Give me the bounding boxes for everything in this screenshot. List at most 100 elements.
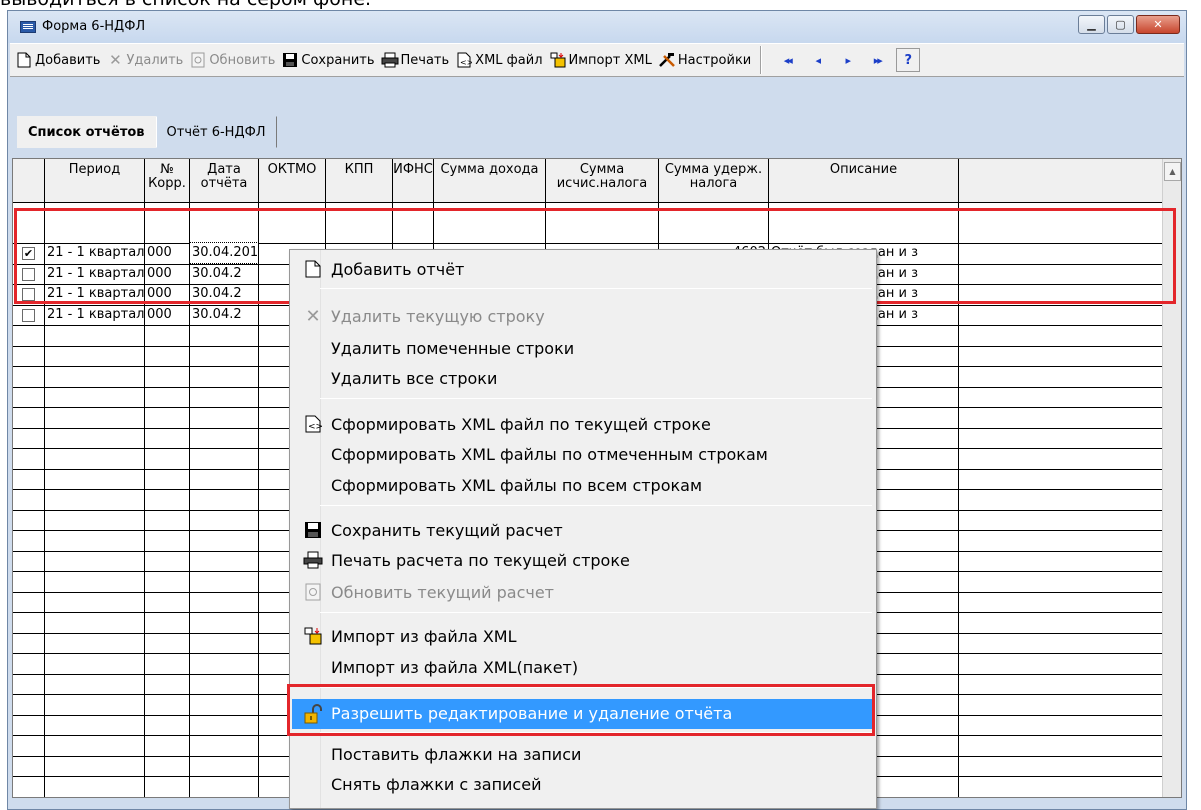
menu-item[interactable]: ✕ Удалить текущую строку: [292, 302, 874, 332]
cell-period[interactable]: 21 - 1 квартал: [45, 284, 144, 304]
menu-item-label: Печать расчета по текущей строке: [331, 551, 630, 570]
refresh-button[interactable]: Обновить: [186, 47, 278, 73]
add-button-label: Добавить: [35, 52, 101, 68]
maximize-button[interactable]: ▢: [1107, 15, 1134, 34]
column-header-description[interactable]: Описание: [769, 159, 959, 203]
vertical-scrollbar[interactable]: ▲: [1162, 159, 1181, 797]
tab-bar: Список отчётов Отчёт 6-НДФЛ: [17, 116, 277, 148]
add-button[interactable]: Добавить: [12, 47, 103, 73]
menu-item-label: Снять флажки с записей: [331, 775, 542, 794]
menu-item[interactable]: Удалить помеченные строки: [292, 334, 874, 364]
column-header-oktmo[interactable]: ОКТМО: [259, 159, 326, 203]
svg-text:<>: <>: [460, 58, 472, 67]
cell-date[interactable]: 30.04.2018: [189, 242, 259, 264]
floppy-save-icon: [302, 521, 324, 541]
row-checkbox[interactable]: [22, 288, 35, 301]
delete-x-icon: ✕: [305, 306, 321, 327]
delete-button-label: Удалить: [126, 52, 184, 68]
menu-item[interactable]: Поставить флажки на записи: [292, 740, 874, 770]
tab-report-6ndfl[interactable]: Отчёт 6-НДФЛ: [155, 116, 277, 148]
menu-item-label: Сформировать XML файлы по всем строкам: [331, 476, 703, 495]
column-header-tax-withheld[interactable]: Сумма удерж. налога: [659, 159, 769, 203]
scroll-up-arrow-icon[interactable]: ▲: [1164, 162, 1181, 181]
column-header-income[interactable]: Сумма дохода: [434, 159, 546, 203]
row-checkbox[interactable]: [22, 308, 35, 322]
menu-item[interactable]: Импорт из файла XML: [292, 622, 874, 652]
help-button[interactable]: ?: [896, 48, 921, 72]
nav-next-button[interactable]: ▸: [832, 48, 862, 72]
new-document-icon: [302, 260, 324, 280]
save-button[interactable]: Сохранить: [278, 47, 377, 73]
xml-file-icon: <>: [455, 51, 473, 69]
nav-prev-button[interactable]: ◂: [802, 48, 832, 72]
menu-item[interactable]: Обновить текущий расчет: [292, 578, 874, 608]
cell-corr[interactable]: 000: [145, 284, 189, 304]
import-icon: [549, 51, 567, 69]
cell-date[interactable]: 30.04.2: [190, 264, 258, 284]
settings-button[interactable]: Настройки: [655, 47, 754, 73]
title-bar[interactable]: Форма 6-НДФЛ ▁ ▢ ✕: [8, 11, 1186, 43]
column-header-ifns[interactable]: ИФНС: [393, 159, 434, 203]
menu-item[interactable]: Снять флажки с записей: [292, 770, 874, 800]
menu-item[interactable]: <> Сформировать XML файл по текущей строк…: [292, 410, 874, 440]
import-icon: [302, 627, 324, 647]
menu-item[interactable]: Печать расчета по текущей строке: [292, 546, 874, 576]
column-header-date[interactable]: Дата отчёта: [190, 159, 259, 203]
menu-item[interactable]: Сохранить текущий расчет: [292, 516, 874, 546]
menu-item[interactable]: Импорт из файла XML(пакет): [292, 653, 874, 683]
menu-item-label: Импорт из файла XML(пакет): [331, 658, 579, 677]
minimize-button[interactable]: ▁: [1078, 15, 1105, 34]
menu-item-label: Обновить текущий расчет: [331, 583, 554, 602]
import-xml-button[interactable]: Импорт XML: [546, 47, 655, 73]
menu-item[interactable]: Сформировать XML файлы по отмеченным стр…: [292, 440, 874, 470]
column-header-period[interactable]: Период: [45, 159, 145, 203]
record-navigation: ◂◂ ◂ ▸ ▸▸: [772, 48, 892, 72]
menu-item[interactable]: Удалить все строки: [292, 364, 874, 394]
toolbar: Добавить ✕ Удалить Обновить Сохранить Пе…: [10, 43, 1184, 77]
column-header-corr[interactable]: № Корр.: [145, 159, 190, 203]
print-button-label: Печать: [400, 52, 450, 68]
menu-item-label: Удалить помеченные строки: [331, 339, 575, 358]
menu-item-label: Сформировать XML файл по текущей строке: [331, 415, 711, 434]
cell-date[interactable]: 30.04.2: [190, 284, 258, 304]
tab-report-list[interactable]: Список отчётов: [17, 116, 156, 148]
cell-corr[interactable]: 000: [145, 243, 189, 263]
menu-separator: [320, 612, 872, 613]
delete-x-icon: ✕: [109, 50, 122, 69]
save-button-label: Сохранить: [301, 52, 375, 68]
column-header-kpp[interactable]: КПП: [326, 159, 393, 203]
menu-separator: [320, 288, 872, 289]
row-checkbox[interactable]: [22, 267, 35, 281]
nav-first-button[interactable]: ◂◂: [772, 48, 802, 72]
grid-header: Период № Корр. Дата отчёта ОКТМО КПП ИФН…: [13, 159, 1163, 203]
cell-period[interactable]: 21 - 1 квартал: [45, 305, 144, 325]
print-button[interactable]: Печать: [378, 47, 453, 73]
column-header-check: [13, 159, 45, 203]
nav-last-button[interactable]: ▸▸: [862, 48, 892, 72]
menu-item-label: Удалить все строки: [331, 369, 498, 388]
refresh-button-label: Обновить: [209, 52, 276, 68]
menu-separator: [320, 687, 872, 688]
cell-period[interactable]: 21 - 1 квартал: [45, 264, 144, 284]
row-checkbox[interactable]: ✔: [22, 247, 35, 260]
cell-date[interactable]: 30.04.2: [190, 305, 258, 325]
menu-item[interactable]: Добавить отчёт: [292, 255, 874, 285]
menu-item[interactable]: Сформировать XML файлы по всем строкам: [292, 471, 874, 501]
import-xml-button-label: Импорт XML: [568, 52, 652, 68]
window-controls: ▁ ▢ ✕: [1078, 15, 1180, 34]
xml-file-icon: <>: [302, 415, 324, 435]
cell-period[interactable]: 21 - 1 квартал: [45, 243, 144, 263]
menu-item[interactable]: Разрешить редактирование и удаление отчё…: [292, 699, 874, 729]
xml-file-button-label: XML файл: [475, 52, 543, 68]
settings-button-label: Настройки: [677, 52, 752, 68]
app-icon: [20, 21, 36, 33]
cell-corr[interactable]: 000: [145, 305, 189, 325]
menu-separator: [320, 732, 872, 733]
delete-button[interactable]: ✕ Удалить: [103, 47, 186, 73]
column-header-tax-calc[interactable]: Сумма исчис.налога: [546, 159, 659, 203]
menu-separator: [320, 505, 872, 506]
menu-item-label: Добавить отчёт: [331, 260, 465, 279]
cell-corr[interactable]: 000: [145, 264, 189, 284]
xml-file-button[interactable]: <> XML файл: [452, 47, 545, 73]
close-button[interactable]: ✕: [1136, 15, 1180, 34]
